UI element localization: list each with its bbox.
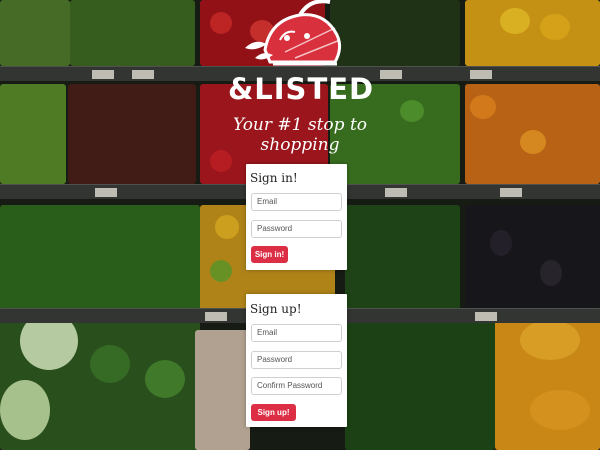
sign-in-email-input[interactable]: Email [251,193,342,211]
sign-up-button[interactable]: Sign up! [251,404,296,421]
sign-up-card: Sign up! Email Password Confirm Password… [246,294,347,427]
sign-up-title: Sign up! [250,302,302,316]
brand-name: &LISTED [228,72,375,106]
sign-in-title: Sign in! [250,171,298,185]
sign-up-confirm-password-input[interactable]: Confirm Password [251,377,342,395]
sign-in-button[interactable]: Sign in! [251,246,288,263]
brand-tagline: Your #1 stop to shopping [232,115,368,155]
sign-up-email-input[interactable]: Email [251,324,342,342]
sign-in-card: Sign in! Email Password Sign in! [246,164,347,270]
sign-up-password-input[interactable]: Password [251,351,342,369]
sign-in-password-input[interactable]: Password [251,220,342,238]
